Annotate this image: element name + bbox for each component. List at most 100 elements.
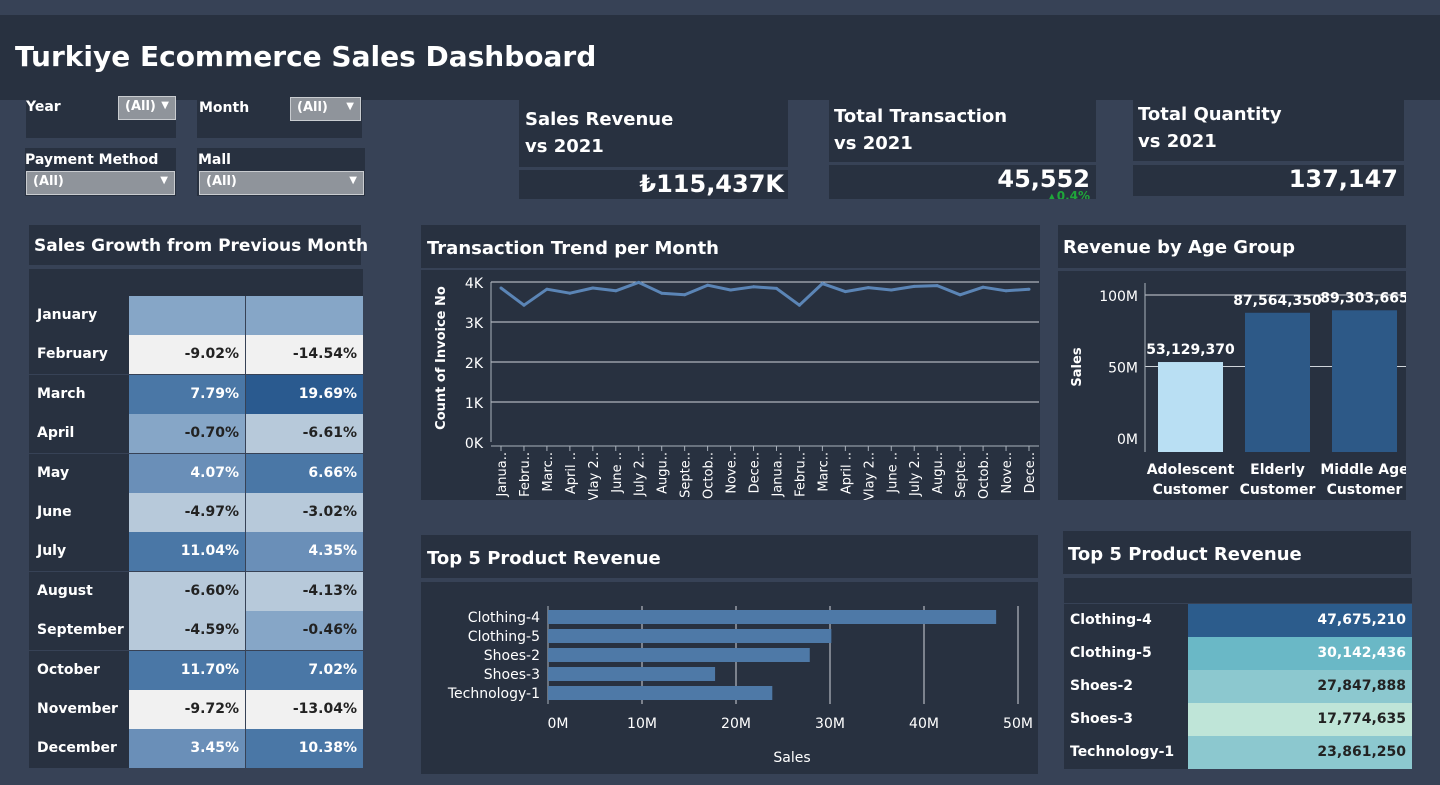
bar [548,686,773,700]
x-tick-label: June .. [610,452,625,494]
growth-month-label: September [29,611,129,651]
kpi-total-quantity-value: 137,147 [1288,165,1398,193]
x-tick-label: 10M [627,716,657,732]
table-row: June -4.97% -3.02% [29,493,363,532]
x-tick-label: Septe.. [679,452,694,498]
table-row: Clothing-5 30,142,436 [1064,637,1412,670]
y-tick-label: Technology-1 [447,686,540,702]
x-tick-label: July 2.. [908,452,923,497]
product-revenue-value: 17,774,635 [1188,703,1412,736]
y-tick-label: 50M [1108,361,1138,377]
kpi-total-transaction-label: Total Transaction vs 2021 [834,103,1007,157]
kpi-sales-revenue-title: Sales Revenue [525,109,674,130]
growth-cell: -0.70% [129,414,245,454]
data-point [981,285,985,289]
y-tick-label: Clothing-4 [468,610,540,626]
x-tick-label: June .. [885,452,900,494]
triangle-up-icon: ▲ [1048,192,1056,199]
growth-cell: 6.66% [246,453,363,493]
growth-cell: 11.04% [129,532,245,572]
data-point [958,293,962,297]
x-tick-label: April .. [564,452,579,494]
x-tick-label: Febru.. [518,452,533,497]
page-title: Turkiye Ecommerce Sales Dashboard [15,40,597,73]
data-point [752,285,756,289]
table-row: September -4.59% -0.46% [29,611,363,651]
bar [548,648,810,662]
growth-month-label: January [29,296,129,335]
table-row: March 7.79% 19.69% [29,374,363,414]
growth-month-label: June [29,493,129,532]
sales-growth-title: Sales Growth from Previous Month [34,236,369,256]
x-tick-label: Nove.. [725,452,740,494]
mall-dropdown[interactable]: (All) ▼ [199,171,364,195]
x-tick-label: Septe.. [954,452,969,498]
data-point [912,284,916,288]
x-tick-label: 40M [909,716,939,732]
x-tick-label: April .. [839,452,854,494]
chevron-down-icon: ▼ [346,101,354,112]
transaction-trend-title: Transaction Trend per Month [427,238,719,259]
x-tick-label: Octob.. [702,452,717,499]
data-point [797,303,801,307]
data-point [660,291,664,295]
growth-cell: 11.70% [129,650,245,690]
growth-cell: 4.35% [246,532,363,572]
kpi-total-transaction-value-panel: 45,552 ▲0.4% [829,165,1096,199]
table-row: May 4.07% 6.66% [29,453,363,493]
growth-cell: 3.45% [129,729,245,769]
age-group-panel: 0M 50M 100M Sales 53,129,370 Adolescent Custom… [1058,271,1409,500]
y-tick-label: 0K [465,436,484,452]
x-tick-label: Janua.. [770,452,785,498]
growth-cell [129,296,245,335]
kpi-total-transaction-title: Total Transaction [834,106,1008,127]
kpi-total-transaction-delta: ▲0.4% [1048,189,1090,199]
bar [548,667,716,681]
x-tick-label: Febru.. [793,452,808,497]
growth-month-label: November [29,690,129,729]
product-name: Technology-1 [1064,736,1188,769]
y-tick-label: Shoes-2 [484,648,540,664]
data-point [1004,289,1008,293]
x-tick-label: Customer [1240,482,1316,498]
data-point [866,286,870,290]
growth-month-label: February [29,335,129,375]
x-tick-label: Marc.. [541,452,556,492]
data-point [637,280,641,284]
month-dropdown-value: (All) [297,100,328,115]
x-tick-label: Customer [1327,482,1403,498]
table-row: August -6.60% -4.13% [29,571,363,611]
growth-month-label: October [29,650,129,690]
y-tick-label: 1K [465,396,484,412]
payment-method-dropdown[interactable]: (All) ▼ [26,171,175,195]
top5-table-header-row [1064,578,1412,603]
year-filter-label: Year [26,99,61,115]
growth-month-label: May [29,453,129,493]
kpi-sales-revenue-value-panel: ₺115,437K [519,170,788,199]
data-point [545,287,549,291]
growth-cell: 4.07% [129,453,245,493]
x-tick-label: Adolescent [1147,462,1235,478]
data-label: 87,564,350 [1233,293,1322,309]
bar [548,610,997,624]
growth-cell: 10.38% [246,729,363,769]
product-revenue-value: 47,675,210 [1188,604,1412,637]
year-dropdown[interactable]: (All) ▼ [118,96,176,120]
transaction-trend-chart: 0K 1K 2K 3K 4K Count of Invoice No Janua.. Febr… [434,276,1039,501]
top5-bar-chart: 0M 10M 20M 30M 40M 50M Clothing-4 Clothing-5 Sho… [447,606,1033,766]
bar [548,629,832,643]
growth-cell: 7.79% [129,374,245,414]
x-tick-label: Customer [1153,482,1229,498]
sales-growth-header-row [29,269,363,296]
data-point [889,288,893,292]
table-row: October 11.70% 7.02% [29,650,363,690]
data-point [522,303,526,307]
x-tick-label: Janua.. [495,452,510,498]
x-tick-label: Augu.. [931,452,946,494]
product-name: Clothing-4 [1064,604,1188,637]
kpi-total-transaction-delta-value: 0.4% [1056,189,1090,199]
month-dropdown[interactable]: (All) ▼ [290,97,361,121]
kpi-total-quantity-title: Total Quantity [1138,104,1282,125]
bar [1158,362,1223,452]
growth-cell [246,296,363,335]
